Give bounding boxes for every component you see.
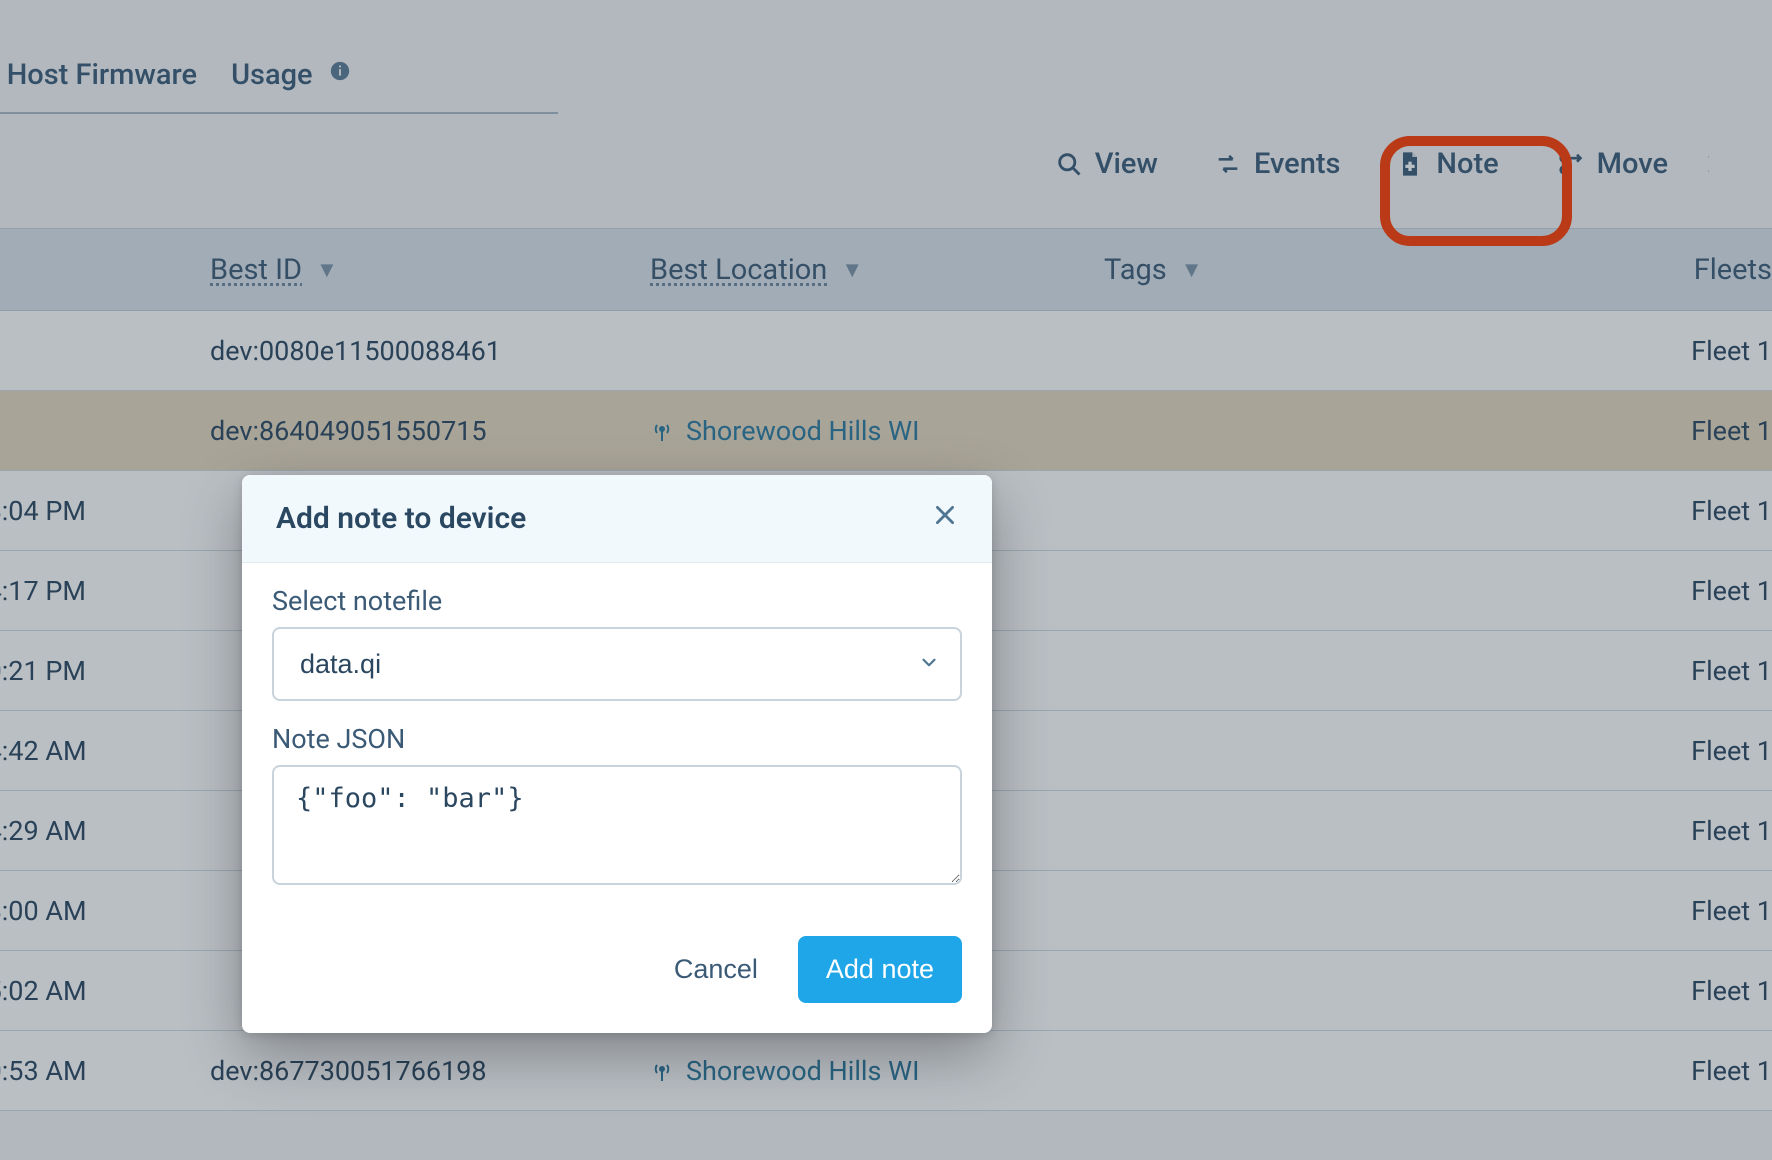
notefile-select[interactable] bbox=[272, 627, 962, 701]
note-json-label: Note JSON bbox=[272, 723, 962, 755]
add-note-button[interactable]: Add note bbox=[798, 936, 962, 1003]
close-icon[interactable] bbox=[932, 502, 958, 535]
modal-body: Select notefile Note JSON bbox=[242, 563, 992, 920]
modal-title: Add note to device bbox=[276, 501, 526, 536]
cancel-button[interactable]: Cancel bbox=[662, 940, 770, 999]
note-json-textarea[interactable] bbox=[272, 765, 962, 885]
modal-header: Add note to device bbox=[242, 475, 992, 563]
add-note-modal: Add note to device Select notefile Note … bbox=[242, 475, 992, 1033]
modal-footer: Cancel Add note bbox=[242, 920, 992, 1033]
notefile-select-wrap bbox=[272, 627, 962, 701]
select-notefile-label: Select notefile bbox=[272, 585, 962, 617]
